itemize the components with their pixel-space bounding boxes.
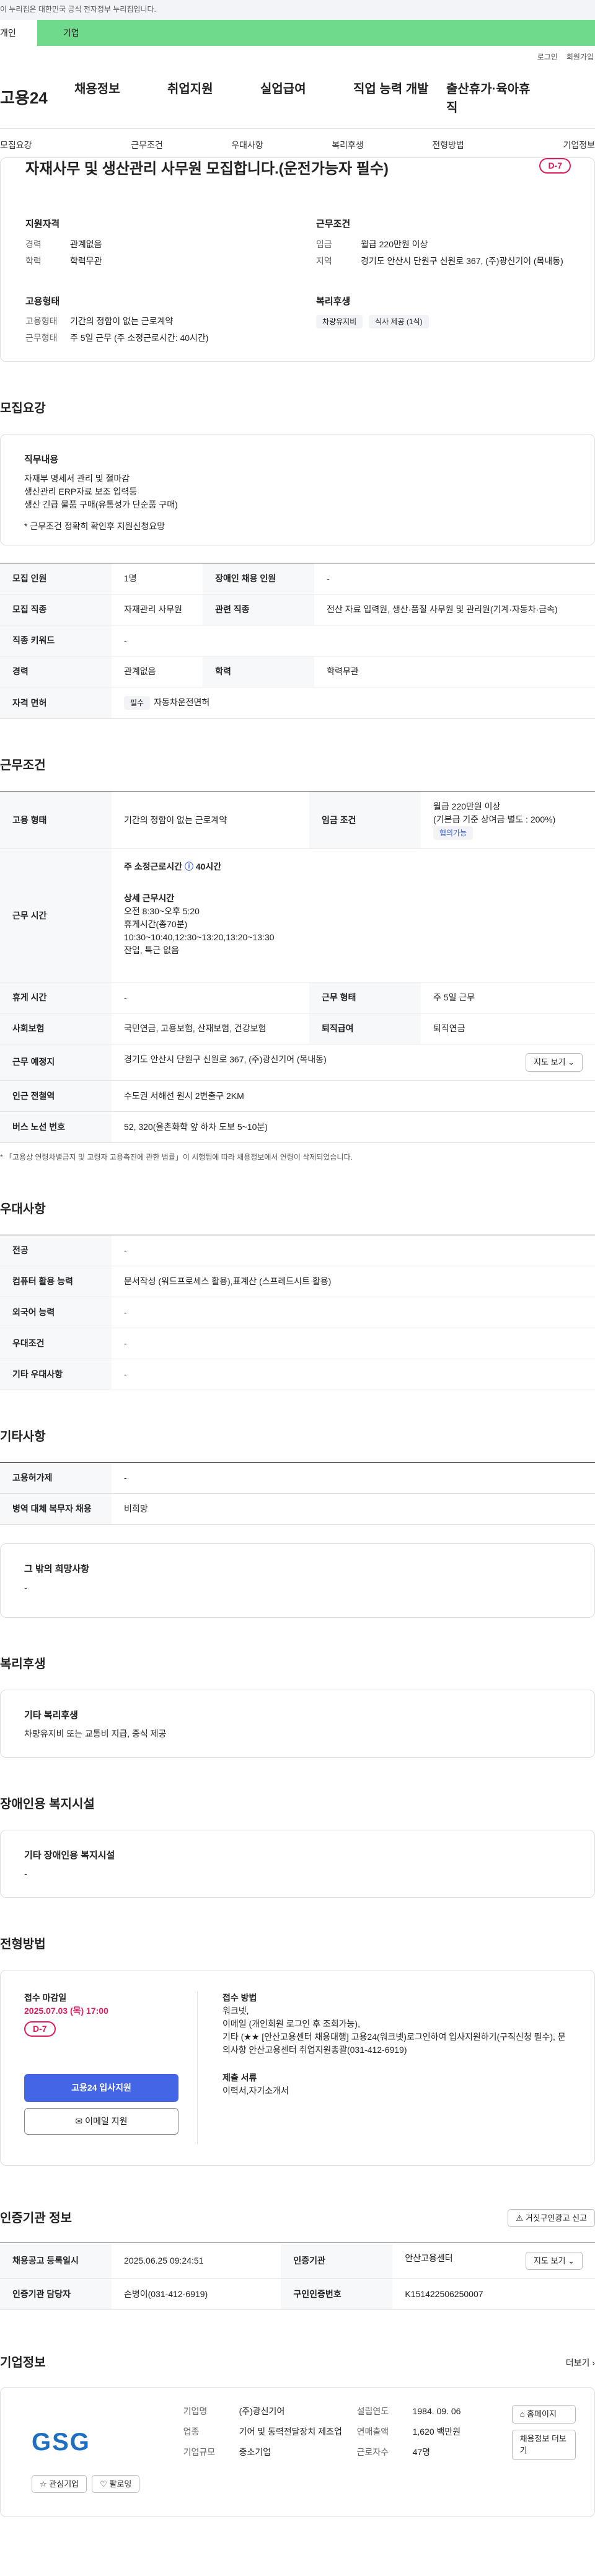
etc-table: 고용허가제 - 병역 대체 복무자 채용 비희망 <box>0 1462 595 1525</box>
main-nav: 고용24 채용정보 취업지원 실업급여 직업 능력 개발 출산휴가·육아휴직 <box>0 68 595 129</box>
anchor-apply[interactable]: 전형방법 <box>402 139 495 152</box>
company-card: GSG ☆ 관심기업 ♡ 팔로잉 기업명 (주)광신기어 설립연도 1984. 09… <box>0 2387 595 2517</box>
table-row: 인증기관 담당자 손병이(031-412-6919) 구인인증번호 K15142250… <box>0 2278 595 2310</box>
table-row: 전공 - <box>0 1235 595 1266</box>
summary-welfare: 복리후생 차량유지비 식사 제공 (1식) <box>316 295 570 349</box>
table-row: 사회보험 국민연금, 고용보험, 산재보험, 건강보험 퇴직급여 퇴직연금 <box>0 1013 595 1044</box>
follow-button[interactable]: ♡ 팔로잉 <box>92 2474 140 2493</box>
map-button[interactable]: 지도 보기 ⌄ <box>526 1053 583 1072</box>
age-notice: * 「고용상 연령차별금지 및 고령자 고용촉진에 관한 법률」이 시행됨에 따… <box>0 1152 353 1162</box>
section-title-company: 기업정보 <box>0 2356 46 2370</box>
section-title-recruit: 모집요강 <box>0 402 46 415</box>
table-row: 고용허가제 - <box>0 1462 595 1494</box>
table-row: 근무 예정지 경기도 안산시 단원구 신원로 367, (주)광신기어 (목내동)… <box>0 1044 595 1081</box>
disabled-facility-box: 기타 장애인용 복지시설 - <box>0 1829 595 1898</box>
required-badge: 필수 <box>124 696 151 710</box>
table-row: 모집 인원 1명 장애인 채용 인원 - <box>0 563 595 594</box>
deadline-value: 2025.07.03 (목) 17:00 <box>24 2005 108 2016</box>
table-row: 휴게 시간 - 근무 형태 주 5일 근무 <box>0 982 595 1013</box>
mail-icon: ✉ <box>75 2115 83 2126</box>
table-row: 근무 시간 주 소정근로시간 ⓘ 40시간 상세 근무시간 오전 8:30~오후 5:… <box>0 849 595 982</box>
report-button[interactable]: ⚠ 거짓구인광고 신고 <box>508 2208 595 2228</box>
anchor-preference[interactable]: 우대사항 <box>201 139 294 152</box>
apply-button[interactable]: 고용24 입사지원 <box>24 2073 178 2102</box>
welfare-chip: 식사 제공 (1식) <box>369 315 429 329</box>
nav-item-leave[interactable]: 출산휴가·육아휴직 <box>446 80 539 117</box>
anchor-welfare[interactable]: 복리후생 <box>301 139 394 152</box>
check-icon: ♡ <box>100 2479 107 2489</box>
star-icon: ☆ <box>40 2479 47 2489</box>
nav-item-benefit[interactable]: 실업급여 <box>260 80 353 117</box>
table-row: 컴퓨터 활용 능력 문서작성 (워드프로세스 활용),표계산 (스프레드시트 활용… <box>0 1266 595 1297</box>
welfare-box: 기타 복리후생 차량유지비 또는 교통비 지급, 중식 제공 <box>0 1689 595 1758</box>
section-title-conditions: 근무조건 <box>0 759 46 772</box>
section-title-apply: 전형방법 <box>0 1937 46 1951</box>
anchor-recruit[interactable]: 모집요강 <box>0 139 93 152</box>
job-summary-card: 자재사무 및 생산관리 사무원 모집합니다.(운전가능자 필수) D-7 지원자… <box>0 157 595 362</box>
agency-map-button[interactable]: 지도 보기 ⌄ <box>526 2251 583 2270</box>
preference-table: 전공 - 컴퓨터 활용 능력 문서작성 (워드프로세스 활용),표계산 (스프레드시… <box>0 1234 595 1390</box>
table-row: 버스 노선 번호 52, 320(율촌화학 앞 하차 도보 5~10분) <box>0 1111 595 1143</box>
home-icon: ⌂ <box>519 2409 525 2419</box>
anchor-company[interactable]: 기업정보 <box>502 139 595 152</box>
company-jobs-button[interactable]: 채용정보 더보기 <box>511 2429 576 2460</box>
favorite-company-button[interactable]: ☆ 관심기업 <box>32 2474 87 2493</box>
nav-item-jobs[interactable]: 채용정보 <box>74 80 167 117</box>
table-row: 경력 관계없음 학력 학력무관 <box>0 656 595 687</box>
nav-item-training[interactable]: 직업 능력 개발 <box>353 80 446 117</box>
agency-table: 채용공고 등록일시 2025.06.25 09:24:51 인증기관 안산고용센터 지도… <box>0 2242 595 2310</box>
summary-qualification: 지원자격 경력 관계없음 학력 학력무관 <box>25 219 102 266</box>
table-row: 기타 우대사항 - <box>0 1359 595 1390</box>
summary-employment-type: 고용형태 고용형태 기간의 정함이 없는 근로계약 근무형태 주 5일 근무 (주 … <box>25 296 209 343</box>
dday-badge: D-7 <box>24 2021 56 2037</box>
section-title-agency: 인증기관 정보 <box>0 2211 72 2225</box>
table-row: 고용 형태 기간의 정함이 없는 근로계약 임금 조건 월급 220만원 이상 (기본급… <box>0 791 595 849</box>
table-row: 외국어 능력 - <box>0 1297 595 1328</box>
section-title-welfare: 복리후생 <box>0 1657 46 1671</box>
welfare-chip: 차량유지비 <box>316 315 363 329</box>
site-logo[interactable]: 고용24 <box>0 86 74 110</box>
table-row: 채용공고 등록일시 2025.06.25 09:24:51 인증기관 안산고용센터 지도… <box>0 2243 595 2279</box>
table-row: 인근 전철역 수도권 서해선 원시 2번출구 2KM <box>0 1080 595 1112</box>
login-link[interactable]: 로그인 <box>537 51 558 63</box>
table-row: 자격 면허 필수 자동차운전면허 <box>0 687 595 719</box>
email-apply-button[interactable]: ✉ 이메일 지원 <box>24 2107 178 2135</box>
more-link[interactable]: 더보기 › <box>566 2357 595 2370</box>
table-row: 모집 직종 자재관리 사무원 관련 직종 전산 자료 입력원, 생산·품질 사무원 및… <box>0 594 595 625</box>
section-title-disabled: 장애인용 복지시설 <box>0 1797 95 1811</box>
tab-personal[interactable]: 개인 <box>0 20 37 46</box>
gov-banner: 이 누리집은 대한민국 공식 전자정부 누리집입니다. <box>0 0 595 20</box>
apply-card: 접수 마감일 2025.07.03 (목) 17:00 D-7 고용24 입사지… <box>0 1969 595 2166</box>
homepage-button[interactable]: ⌂ 홈페이지 <box>511 2405 576 2424</box>
conditions-table: 고용 형태 기간의 정함이 없는 근로계약 임금 조건 월급 220만원 이상 (기본급… <box>0 791 595 1143</box>
alert-icon: ⚠ <box>516 2213 524 2223</box>
nav-item-support[interactable]: 취업지원 <box>167 80 260 117</box>
job-title: 자재사무 및 생산관리 사무원 모집합니다.(운전가능자 필수) <box>25 161 389 177</box>
recruit-table: 모집 인원 1명 장애인 채용 인원 - 모집 직종 자재관리 사무원 관련 직종 전산 자… <box>0 563 595 719</box>
dday-badge: D-7 <box>539 158 571 174</box>
company-logo: GSG <box>32 2428 90 2456</box>
job-description-box: 직무내용 자재부 명세서 관리 및 절마감 생산관리 ERP자료 보조 입력등 … <box>0 434 595 545</box>
join-link[interactable]: 회원가입 <box>566 51 594 63</box>
etc-wish-box: 그 밖의 희망사항 - <box>0 1543 595 1618</box>
section-title-preference: 우대사항 <box>0 1202 46 1216</box>
info-icon[interactable]: ⓘ <box>185 862 193 871</box>
table-row: 우대조건 - <box>0 1328 595 1359</box>
anchor-conditions[interactable]: 근무조건 <box>100 139 193 152</box>
summary-conditions: 근무조건 임금 월급 220만원 이상 지역 경기도 안산시 단원구 신원로 367… <box>316 219 563 266</box>
table-row: 직종 키워드 - <box>0 625 595 656</box>
table-row: 병역 대체 복무자 채용 비희망 <box>0 1493 595 1525</box>
negotiable-badge: 협의가능 <box>433 826 474 840</box>
tab-enterprise[interactable]: 기업 <box>37 20 595 46</box>
section-title-etc: 기타사항 <box>0 1429 46 1444</box>
